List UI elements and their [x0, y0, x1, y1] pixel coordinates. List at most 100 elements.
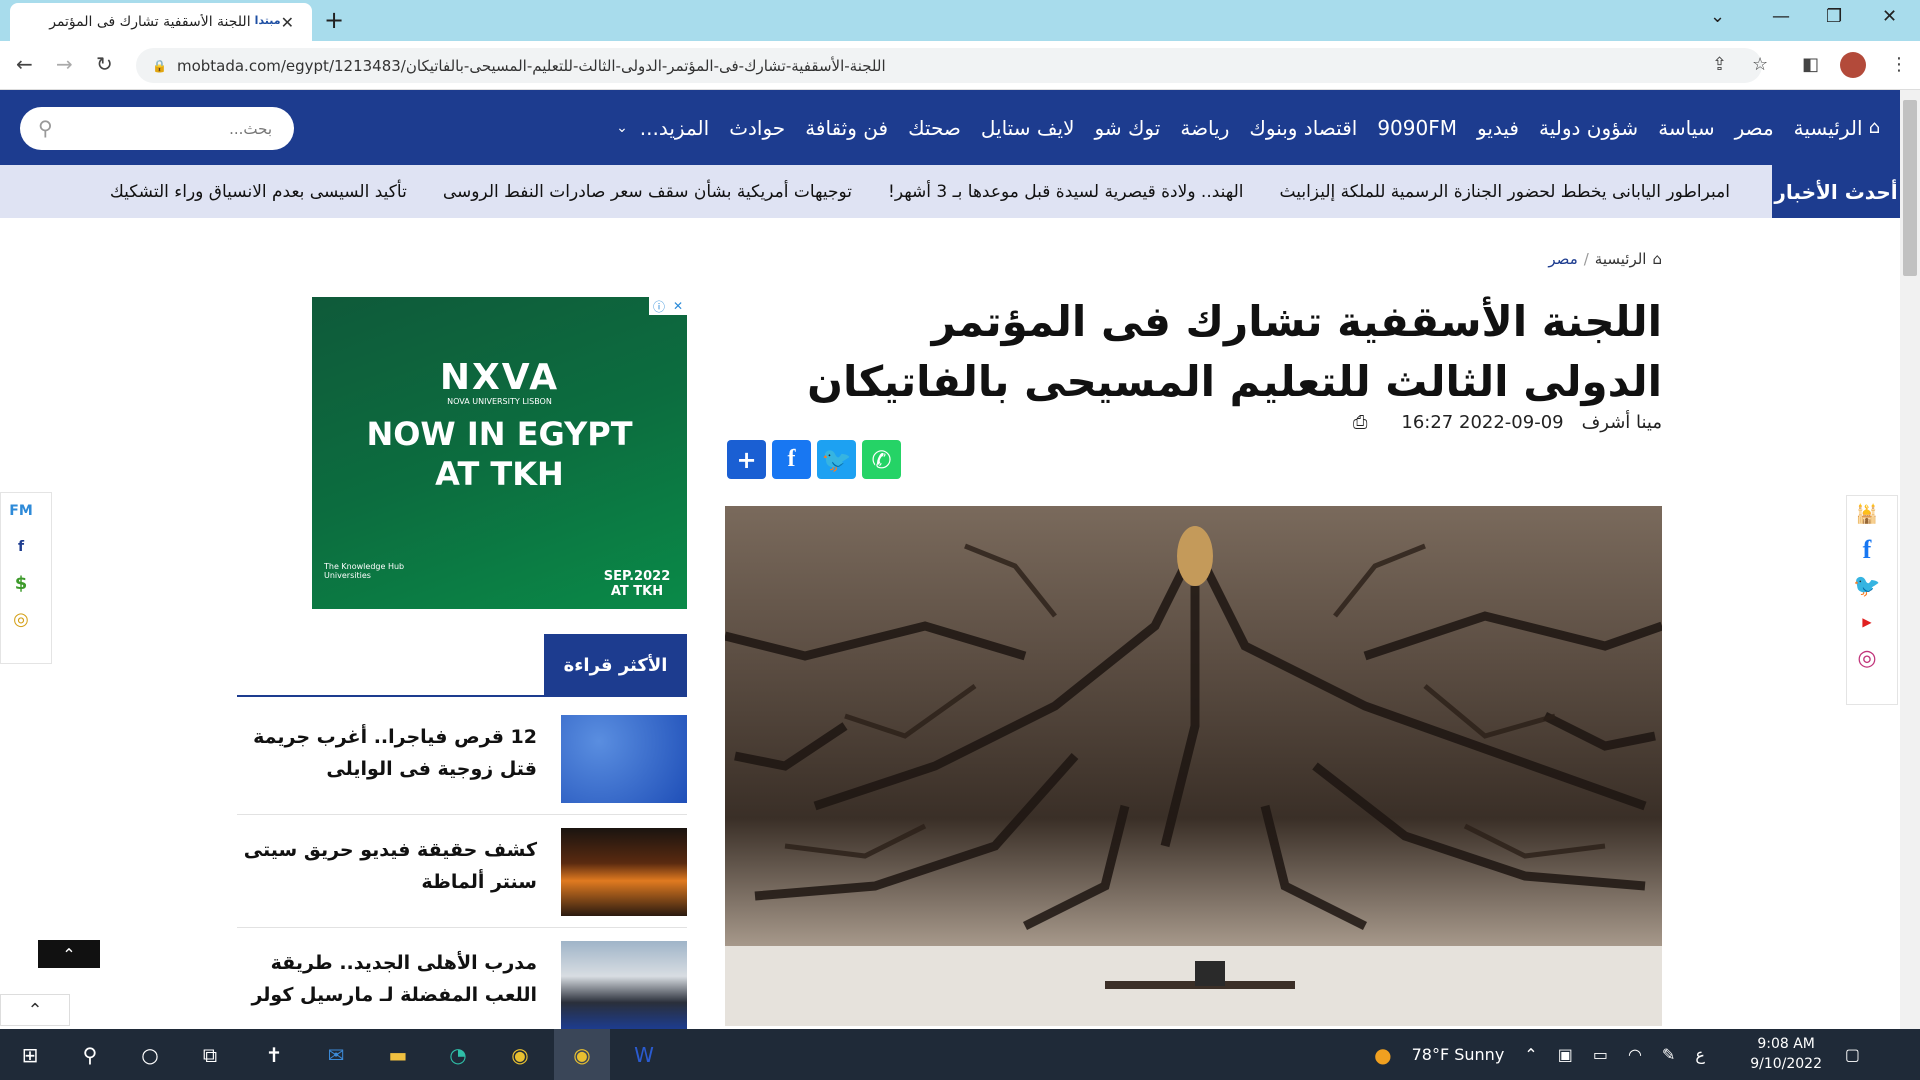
nav-politics[interactable]: سياسة [1658, 116, 1714, 140]
ad-headline-1: NOW IN EGYPT [366, 415, 633, 453]
edge-icon[interactable]: ◔ [430, 1029, 486, 1080]
chrome-icon[interactable]: ◉ [492, 1029, 548, 1080]
weather-text[interactable]: 78°F Sunny [1412, 1045, 1505, 1064]
home-icon: ⌂ [1652, 250, 1662, 268]
weather-icon[interactable]: ● [1374, 1043, 1391, 1067]
author-name[interactable]: مينا أشرف [1582, 412, 1662, 433]
most-read-title[interactable]: مدرب الأهلى الجديد.. طريقة اللعب المفضلة… [237, 947, 537, 1011]
article-thumbnail[interactable] [561, 941, 687, 1029]
address-bar[interactable]: 🔒 mobtada.com/egypt/1213483/اللجنة-الأسق… [136, 48, 1762, 83]
close-tab-icon[interactable]: ✕ [281, 13, 294, 32]
nav-economy[interactable]: اقتصاد وبنوك [1249, 116, 1357, 140]
ticker-label: أحدث الأخبار [1772, 165, 1900, 218]
collapse-panel-button[interactable]: ⌃ [0, 994, 70, 1026]
most-read-title[interactable]: 12 قرص فياجرا.. أغرب جريمة قتل زوجية فى … [237, 721, 537, 785]
notifications-icon[interactable]: ▢ [1845, 1045, 1860, 1064]
advertisement[interactable]: ⓘ ✕ NXVA NOVA UNIVERSITY LISBON NOW IN EG… [312, 297, 687, 609]
language-indicator[interactable]: ع [1695, 1045, 1705, 1064]
nav-home[interactable]: ⌂ الرئيسية [1794, 116, 1880, 140]
nav-health[interactable]: صحتك [908, 116, 961, 140]
back-icon[interactable]: ← [16, 52, 33, 76]
most-read-tab[interactable]: الأكثر قراءة [544, 634, 687, 696]
meet-now-icon[interactable]: ▣ [1558, 1045, 1573, 1064]
scroll-to-top-button[interactable]: ⌃ [38, 940, 100, 968]
nav-world[interactable]: شؤون دولية [1539, 116, 1638, 140]
ticker-item[interactable]: توجيهات أمريكية بشأن سقف سعر صادرات النف… [443, 182, 852, 202]
task-view-icon[interactable]: ⧉ [182, 1029, 238, 1080]
share-more-icon[interactable]: + [727, 440, 766, 479]
browser-tab[interactable]: مبتدا اللجنة الأسقفية تشارك فى المؤتمر ✕ [10, 3, 312, 41]
ticker-item[interactable]: تأكيد السيسى بعدم الانسياق وراء التشكيك [110, 182, 407, 202]
word-icon[interactable]: W [616, 1029, 672, 1080]
coins-icon[interactable]: ◎ [1, 601, 41, 637]
radio-logo-icon[interactable]: FM [1, 493, 41, 529]
most-read-item[interactable]: مدرب الأهلى الجديد.. طريقة اللعب المفضلة… [237, 941, 687, 1041]
minimize-button[interactable]: — [1772, 6, 1790, 27]
breadcrumb: ⌂ الرئيسية / مصر [1548, 250, 1662, 268]
profile-avatar[interactable] [1840, 52, 1866, 78]
chrome-active-icon[interactable]: ◉ [554, 1029, 610, 1080]
ad-choices[interactable]: ⓘ ✕ [649, 297, 687, 315]
menu-icon[interactable]: ⋮ [1890, 54, 1908, 75]
site-favicon: مبتدا [254, 14, 281, 27]
most-read-item[interactable]: كشف حقيقة فيديو حريق سيتى سنتر ألماظة [237, 828, 687, 928]
instagram-icon[interactable]: ◎ [1847, 640, 1887, 676]
whatsapp-icon[interactable]: ✆ [862, 440, 901, 479]
nav-lifestyle[interactable]: لايف ستايل [981, 116, 1075, 140]
info-icon[interactable]: ⓘ [653, 298, 665, 315]
cortana-icon[interactable]: ○ [122, 1029, 178, 1080]
new-tab-button[interactable]: + [324, 6, 344, 34]
taskbar-clock[interactable]: 9:08 AM 9/10/2022 [1750, 1034, 1822, 1074]
wifi-icon[interactable]: ◠ [1628, 1045, 1642, 1064]
scrollbar-thumb[interactable] [1903, 100, 1917, 276]
article-meta: مينا أشرف 2022-09-09 16:27 ⎙ [1353, 412, 1662, 433]
side-panel-icon[interactable]: ◧ [1802, 54, 1819, 75]
file-explorer-icon[interactable]: ▬ [370, 1029, 426, 1080]
nav-culture[interactable]: فن وثقافة [805, 116, 888, 140]
maximize-button[interactable]: ❐ [1826, 6, 1842, 27]
nav-egypt[interactable]: مصر [1735, 116, 1774, 140]
pen-icon[interactable]: ✎ [1662, 1045, 1675, 1064]
reload-icon[interactable]: ↻ [96, 52, 113, 76]
bookmark-star-icon[interactable]: ☆ [1752, 54, 1768, 75]
most-read-item[interactable]: 12 قرص فياجرا.. أغرب جريمة قتل زوجية فى … [237, 715, 687, 815]
nav-more[interactable]: المزيد... ⌄ [616, 116, 709, 140]
most-read-title[interactable]: كشف حقيقة فيديو حريق سيتى سنتر ألماظة [237, 834, 537, 898]
start-icon[interactable]: ⊞ [2, 1029, 58, 1080]
tab-search-icon[interactable]: ⌄ [1710, 6, 1725, 27]
search-icon[interactable]: ⚲ [38, 116, 53, 140]
tray-expand-icon[interactable]: ⌃ [1524, 1045, 1537, 1064]
twitter-icon[interactable]: 🐦 [1847, 568, 1887, 604]
bible-app-icon[interactable]: ✝ [246, 1029, 302, 1080]
ticker-item[interactable]: امبراطور اليابانى يخطط لحضور الجنازة الر… [1280, 182, 1730, 202]
breadcrumb-home[interactable]: الرئيسية [1595, 250, 1647, 268]
share-page-icon[interactable]: ⇪ [1712, 54, 1727, 75]
breadcrumb-current[interactable]: مصر [1548, 250, 1577, 268]
money-icon[interactable]: $ [1, 565, 41, 601]
search-box[interactable]: ⚲ [20, 107, 294, 150]
youtube-icon[interactable]: ▶ [1847, 604, 1887, 640]
facebook-icon[interactable]: f [772, 440, 811, 479]
nav-accidents[interactable]: حوادث [729, 116, 785, 140]
nav-sports[interactable]: رياضة [1180, 116, 1229, 140]
nav-video[interactable]: فيديو [1477, 116, 1519, 140]
ticker-item[interactable]: الهند.. ولادة قيصرية لسيدة قبل موعدها بـ… [888, 182, 1244, 202]
close-ad-icon[interactable]: ✕ [673, 299, 683, 313]
facebook-icon[interactable]: f [1847, 532, 1887, 568]
article-thumbnail[interactable] [561, 715, 687, 803]
print-icon[interactable]: ⎙ [1353, 412, 1367, 433]
close-window-button[interactable]: ✕ [1882, 6, 1897, 27]
search-icon[interactable]: ⚲ [62, 1029, 118, 1080]
search-input[interactable] [72, 119, 272, 138]
forward-icon[interactable]: → [56, 52, 73, 76]
twitter-icon[interactable]: 🐦 [817, 440, 856, 479]
article-thumbnail[interactable] [561, 828, 687, 916]
nav-talk-show[interactable]: توك شو [1095, 116, 1161, 140]
mail-icon[interactable]: ✉ [308, 1029, 364, 1080]
battery-icon[interactable]: ▭ [1593, 1045, 1608, 1064]
facebook-radio-icon[interactable]: f [1, 529, 41, 565]
ad-headline-2: AT TKH [435, 455, 564, 493]
mosque-icon[interactable]: 🕌 [1847, 496, 1887, 532]
clock-date: 9/10/2022 [1750, 1056, 1822, 1072]
nav-radio[interactable]: 9090FM [1377, 116, 1457, 140]
